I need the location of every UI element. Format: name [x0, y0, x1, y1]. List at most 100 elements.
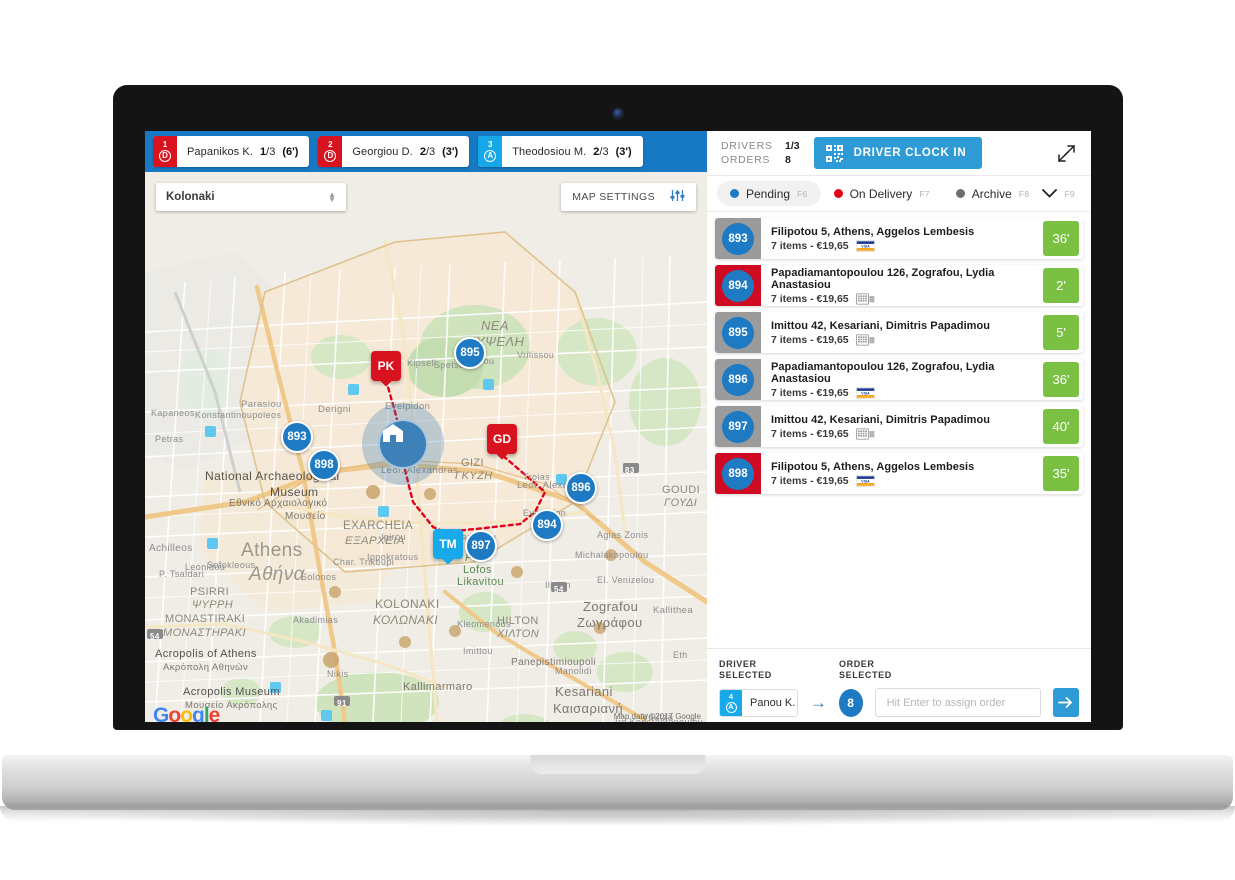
order-address: Imittou 42, Kesariani, Dimitris Papadimo…: [771, 319, 991, 332]
selected-driver-letter: A: [725, 701, 737, 713]
assign-order-input[interactable]: [874, 688, 1041, 717]
driver-chip-eta: (6'): [282, 145, 299, 158]
status-dot-icon: [730, 189, 739, 198]
stepper-icon[interactable]: ▲ ▼: [328, 191, 336, 204]
order-row[interactable]: 895 Imittou 42, Kesariani, Dimitris Papad…: [715, 312, 1083, 353]
map-pane[interactable]: NEA ΚΥΨΕΛΗ Kapaneos Parasiou Derigni Evelpido…: [145, 131, 707, 722]
drivers-stat: DRIVERS 1/3: [721, 139, 800, 153]
map-order-marker[interactable]: 893: [281, 421, 313, 453]
driver-chip[interactable]: 2 D Georgiou D. 2/3 (3'): [318, 136, 470, 167]
tab-fkey: F7: [919, 188, 930, 199]
driver-selected-label-2: SELECTED: [719, 670, 772, 680]
visa-card-icon: VISA: [855, 474, 875, 487]
store-icon: [383, 424, 403, 442]
driver-selected-label: DRIVER SELECTED: [719, 659, 839, 681]
order-details: Filipotou 5, Athens, Aggelos Lembesis 7 i…: [761, 453, 1043, 494]
map-order-marker[interactable]: 896: [565, 472, 597, 504]
driver-clock-in-button[interactable]: DRIVER CLOCK IN: [813, 137, 983, 169]
order-details: Imittou 42, Kesariani, Dimitris Papadimo…: [761, 312, 1043, 353]
order-eta-badge: 35': [1043, 456, 1079, 491]
order-id-block: 895: [715, 312, 761, 353]
tabs-more-button[interactable]: F9: [1042, 189, 1081, 199]
order-eta-badge: 40': [1043, 409, 1079, 444]
pos-terminal-icon: [855, 333, 875, 346]
driver-chip-name: Georgiou D.: [352, 145, 413, 158]
map-driver-marker[interactable]: GD: [487, 424, 517, 454]
map-order-marker[interactable]: 895: [454, 337, 486, 369]
panel-stats: DRIVERS 1/3 ORDERS 8: [721, 139, 800, 167]
status-dot-icon: [955, 189, 965, 198]
map-search-value: Kolonaki: [166, 191, 215, 203]
order-items-total: 7 items - €19,65: [771, 333, 849, 346]
order-row[interactable]: 897 Imittou 42, Kesariani, Dimitris Papad…: [715, 406, 1083, 447]
driver-clock-in-label: DRIVER CLOCK IN: [853, 147, 967, 159]
expand-button[interactable]: [1053, 140, 1079, 166]
drivers-stat-label: DRIVERS: [721, 140, 773, 152]
map-search-input[interactable]: Kolonaki ▲ ▼: [156, 183, 346, 211]
order-status-tabs[interactable]: Pending F6 On Delivery F7 Archive F8 F9: [707, 176, 1091, 212]
driver-chip-eta: (3'): [442, 145, 459, 158]
order-items-total: 7 items - €19,65: [771, 474, 849, 487]
map-driver-marker[interactable]: TM: [433, 529, 463, 559]
tab-pending[interactable]: Pending F6: [717, 181, 821, 206]
order-eta-badge: 36': [1043, 362, 1079, 397]
selected-driver-name: Panou K.: [750, 696, 796, 709]
driver-chip-text: Theodosiou M. 2/3 (3'): [502, 136, 642, 167]
order-items-total: 7 items - €19,65: [771, 427, 849, 440]
order-address: Filipotou 5, Athens, Aggelos Lembesis: [771, 225, 975, 238]
driver-chip[interactable]: 1 D Papanikos K. 1/3 (6'): [153, 136, 310, 167]
order-row[interactable]: 893 Filipotou 5, Athens, Aggelos Lembesis…: [715, 218, 1083, 259]
assign-controls: 4 A Panou K. → 8: [719, 688, 1079, 717]
order-id: 895: [722, 316, 754, 349]
order-summary: 7 items - €19,65 VISA: [771, 475, 1043, 487]
order-address: Imittou 42, Kesariani, Dimitris Papadimo…: [771, 413, 991, 426]
order-address: Filipotou 5, Athens, Aggelos Lembesis: [771, 460, 975, 473]
tab-on-delivery[interactable]: On Delivery F7: [821, 181, 943, 206]
qr-code-icon: [825, 144, 843, 162]
selected-order-count: 8: [838, 688, 863, 717]
order-address: Papadiamantopoulou 126, Zografou, Lydia …: [771, 266, 995, 291]
map-settings-label: MAP SETTINGS: [572, 191, 655, 203]
order-row[interactable]: 898 Filipotou 5, Athens, Aggelos Lembesis…: [715, 453, 1083, 494]
order-row[interactable]: 896 Papadiamantopoulou 126, Zografou, Lyd…: [715, 359, 1083, 400]
expand-icon: [1057, 144, 1075, 162]
driver-chip-list[interactable]: 1 D Papanikos K. 1/3 (6') 2 D Georgiou D. 2/3 (3'…: [153, 136, 643, 167]
assign-submit-button[interactable]: [1052, 688, 1079, 717]
map-settings-button[interactable]: MAP SETTINGS: [561, 183, 696, 211]
tab-fkey: F8: [1018, 188, 1030, 199]
map-order-marker[interactable]: 897: [465, 530, 497, 562]
tab-label: Archive: [971, 186, 1012, 201]
map-order-marker[interactable]: 894: [531, 509, 563, 541]
map-driver-marker[interactable]: PK: [371, 351, 401, 381]
order-summary: 7 items - €19,65: [771, 293, 1043, 305]
map-attribution: Map data ©2017 Google: [613, 712, 701, 721]
order-selected-label-2: SELECTED: [839, 670, 892, 680]
driver-chip[interactable]: 3 A Theodosiou M. 2/3 (3'): [478, 136, 643, 167]
screenshot-root: NEA ΚΥΨΕΛΗ Kapaneos Parasiou Derigni Evelpido…: [0, 0, 1235, 880]
orders-stat-label: ORDERS: [721, 154, 771, 166]
store-marker[interactable]: [378, 419, 428, 469]
app-screen: NEA ΚΥΨΕΛΗ Kapaneos Parasiou Derigni Evelpido…: [145, 131, 1091, 722]
tab-fkey: F6: [797, 188, 808, 199]
order-eta-badge: 5': [1043, 315, 1079, 350]
selected-driver-pill[interactable]: 4 A Panou K.: [719, 688, 798, 717]
order-details: Imittou 42, Kesariani, Dimitris Papadimo…: [761, 406, 1043, 447]
svg-text:VISA: VISA: [861, 391, 870, 395]
driver-chip-name: Theodosiou M.: [512, 145, 587, 158]
map-canvas[interactable]: NEA ΚΥΨΕΛΗ Kapaneos Parasiou Derigni Evelpido…: [145, 172, 707, 722]
tab-archive[interactable]: Archive F8: [943, 181, 1043, 206]
order-summary: 7 items - €19,65 VISA: [771, 387, 1043, 399]
driver-chip-eta: (3'): [615, 145, 632, 158]
order-row[interactable]: 894 Papadiamantopoulou 126, Zografou, Lyd…: [715, 265, 1083, 306]
svg-text:VISA: VISA: [861, 244, 870, 248]
assign-bar: DRIVER SELECTED ORDER SELECTED 4 A Panou…: [707, 648, 1091, 722]
order-summary: 7 items - €19,65: [771, 428, 1043, 440]
order-details: Papadiamantopoulou 126, Zografou, Lydia …: [761, 265, 1043, 306]
order-id: 894: [722, 269, 754, 302]
order-list[interactable]: 893 Filipotou 5, Athens, Aggelos Lembesis…: [707, 212, 1091, 657]
selected-driver-badge: 4 A: [720, 689, 742, 716]
order-details: Filipotou 5, Athens, Aggelos Lembesis 7 i…: [761, 218, 1043, 259]
order-selected-label: ORDER SELECTED: [839, 659, 892, 681]
map-order-marker[interactable]: 898: [308, 449, 340, 481]
google-logo: Google: [153, 704, 220, 722]
